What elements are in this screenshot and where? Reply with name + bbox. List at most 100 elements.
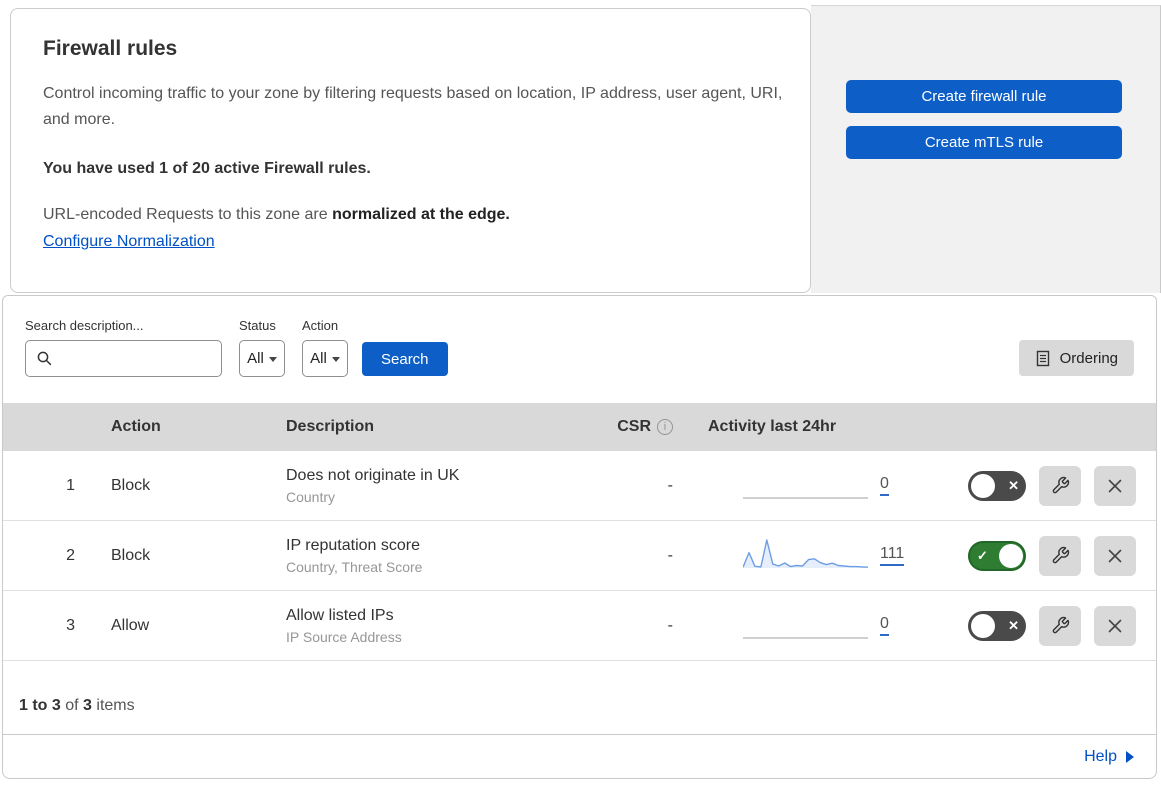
x-icon: ✕ bbox=[1008, 618, 1019, 633]
rule-enable-toggle[interactable]: ✓✕ bbox=[968, 540, 1026, 571]
rule-description-cell: IP reputation score Country, Threat Scor… bbox=[286, 537, 611, 575]
rule-criteria: IP Source Address bbox=[286, 628, 402, 645]
ordering-button-label: Ordering bbox=[1059, 349, 1118, 367]
rule-criteria: Country bbox=[286, 488, 336, 505]
rule-description-cell: Allow listed IPs IP Source Address bbox=[286, 607, 611, 645]
rule-description: Allow listed IPs bbox=[286, 606, 394, 624]
activity-count-link[interactable]: 0 bbox=[880, 475, 889, 496]
page-title: Firewall rules bbox=[43, 37, 178, 60]
close-icon bbox=[1108, 479, 1122, 492]
search-label: Search description... bbox=[25, 318, 144, 333]
action-label: Action bbox=[302, 318, 339, 333]
status-label: Status bbox=[239, 318, 276, 333]
rule-activity-cell: 111 bbox=[693, 537, 923, 575]
rule-description: Does not originate in UK bbox=[286, 466, 460, 484]
rule-priority: 1 bbox=[66, 476, 75, 494]
rule-criteria: Country, Threat Score bbox=[286, 558, 423, 575]
usage-summary: You have used 1 of 20 active Firewall ru… bbox=[43, 159, 371, 177]
edit-rule-button[interactable] bbox=[1039, 605, 1081, 646]
search-icon bbox=[37, 351, 52, 366]
rule-action: Allow bbox=[111, 616, 150, 634]
search-box[interactable] bbox=[25, 340, 222, 377]
description-column-header: Description bbox=[286, 418, 375, 435]
chevron-down-icon bbox=[331, 357, 340, 362]
table-row: 3 Allow Allow listed IPs IP Source Addre… bbox=[3, 591, 1156, 661]
rule-csr: - bbox=[667, 476, 673, 494]
status-select-value: All bbox=[247, 350, 264, 367]
ordering-list-icon bbox=[1036, 350, 1049, 366]
rules-card: Search description... Status All Action … bbox=[2, 295, 1157, 735]
help-link-label: Help bbox=[1084, 747, 1117, 765]
ordering-button[interactable]: Ordering bbox=[1018, 340, 1134, 376]
activity-count-link[interactable]: 0 bbox=[880, 615, 889, 636]
normalization-bold-text: normalized at the edge. bbox=[332, 205, 510, 223]
wrench-icon bbox=[1052, 616, 1069, 634]
rule-enable-toggle[interactable]: ✓✕ bbox=[968, 470, 1026, 501]
rule-csr: - bbox=[667, 616, 673, 634]
delete-rule-button[interactable] bbox=[1094, 535, 1136, 576]
action-column-header: Action bbox=[111, 418, 161, 435]
rule-controls: ✓✕ bbox=[923, 465, 1156, 506]
status-select[interactable]: All bbox=[239, 340, 285, 377]
table-row: 2 Block IP reputation score Country, Thr… bbox=[3, 521, 1156, 591]
rule-description: IP reputation score bbox=[286, 536, 421, 554]
delete-rule-button[interactable] bbox=[1094, 465, 1136, 506]
configure-normalization-link[interactable]: Configure Normalization bbox=[43, 233, 215, 250]
table-header: Action Description CSR i Activity last 24… bbox=[3, 403, 1156, 451]
csr-column-header: CSR i bbox=[611, 418, 693, 436]
filters-bar: Search description... Status All Action … bbox=[3, 296, 1156, 403]
rule-priority: 2 bbox=[66, 546, 75, 564]
rule-action: Block bbox=[111, 476, 151, 494]
chevron-right-icon bbox=[1126, 750, 1134, 763]
rule-action: Block bbox=[111, 546, 151, 564]
items-label: items bbox=[96, 697, 135, 714]
firewall-rules-page: Firewall rules Control incoming traffic … bbox=[0, 0, 1161, 791]
rule-controls: ✓✕ bbox=[923, 605, 1156, 646]
edit-rule-button[interactable] bbox=[1039, 465, 1081, 506]
wrench-icon bbox=[1052, 546, 1069, 564]
activity-sparkline bbox=[743, 496, 868, 499]
search-input[interactable] bbox=[53, 350, 221, 367]
close-icon bbox=[1108, 549, 1122, 562]
normalization-note: URL-encoded Requests to this zone are no… bbox=[43, 206, 778, 224]
close-icon bbox=[1108, 619, 1122, 632]
rule-activity-cell: 0 bbox=[693, 467, 923, 505]
rule-priority: 3 bbox=[66, 616, 75, 634]
actions-panel: Create firewall rule Create mTLS rule bbox=[811, 5, 1161, 293]
items-total: 3 bbox=[83, 697, 92, 714]
create-firewall-rule-button[interactable]: Create firewall rule bbox=[846, 80, 1122, 113]
activity-sparkline bbox=[743, 538, 868, 568]
items-range: 1 to 3 bbox=[19, 697, 61, 714]
status-field: Status All bbox=[239, 318, 285, 377]
help-bar: Help bbox=[2, 735, 1157, 779]
intro-card: Firewall rules Control incoming traffic … bbox=[10, 8, 811, 293]
toggle-knob bbox=[999, 543, 1023, 568]
x-icon: ✕ bbox=[1008, 478, 1019, 493]
header-section: Firewall rules Control incoming traffic … bbox=[0, 0, 1161, 293]
edit-rule-button[interactable] bbox=[1039, 535, 1081, 576]
rule-activity-cell: 0 bbox=[693, 607, 923, 645]
create-mtls-rule-button[interactable]: Create mTLS rule bbox=[846, 126, 1122, 159]
chevron-down-icon bbox=[268, 357, 277, 362]
action-field: Action All bbox=[302, 318, 348, 377]
toggle-knob bbox=[971, 473, 995, 498]
activity-sparkline bbox=[743, 636, 868, 639]
search-button[interactable]: Search bbox=[362, 342, 448, 376]
rule-description-cell: Does not originate in UK Country bbox=[286, 467, 611, 505]
check-icon: ✓ bbox=[977, 548, 988, 563]
rule-enable-toggle[interactable]: ✓✕ bbox=[968, 610, 1026, 641]
delete-rule-button[interactable] bbox=[1094, 605, 1136, 646]
page-description: Control incoming traffic to your zone by… bbox=[43, 85, 783, 129]
search-field: Search description... bbox=[25, 318, 222, 377]
activity-count-link[interactable]: 111 bbox=[880, 545, 905, 566]
rule-csr: - bbox=[667, 546, 673, 564]
table-row: 1 Block Does not originate in UK Country… bbox=[3, 451, 1156, 521]
normalization-text: URL-encoded Requests to this zone are bbox=[43, 205, 333, 223]
wrench-icon bbox=[1052, 476, 1069, 494]
info-icon[interactable]: i bbox=[657, 419, 673, 435]
action-select-value: All bbox=[310, 350, 327, 367]
action-select[interactable]: All bbox=[302, 340, 348, 377]
activity-column-header: Activity last 24hr bbox=[708, 418, 837, 435]
help-link[interactable]: Help bbox=[1084, 748, 1134, 766]
items-count: 1 to 3 of 3 items bbox=[3, 661, 1156, 734]
